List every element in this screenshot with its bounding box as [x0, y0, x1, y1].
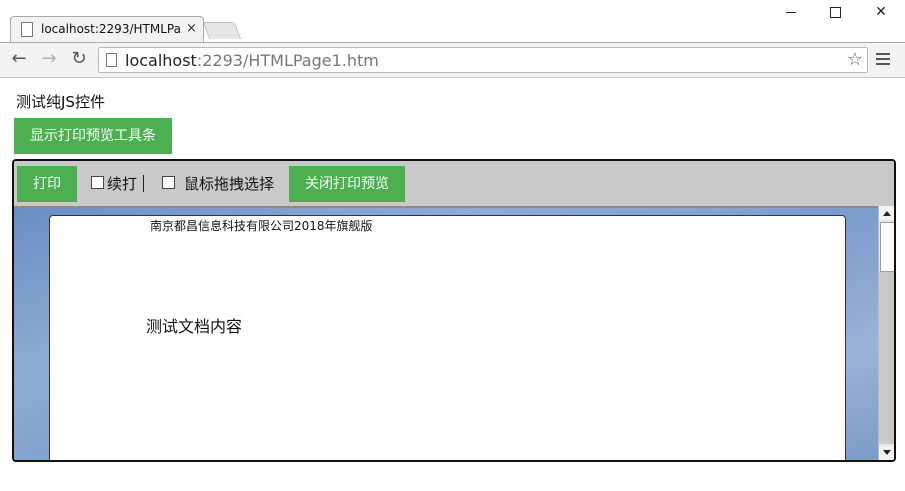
url-host: localhost	[125, 51, 197, 70]
document-icon	[106, 53, 117, 67]
menu-hamburger-icon[interactable]	[876, 51, 892, 67]
minimize-icon	[786, 11, 796, 13]
drag-select-checkbox[interactable]	[162, 176, 175, 189]
scrollbar-thumb[interactable]	[880, 222, 894, 272]
tab-title: localhost:2293/HTMLPa	[41, 22, 181, 36]
new-tab-button[interactable]	[202, 22, 242, 39]
vertical-scrollbar[interactable]	[878, 206, 894, 460]
scroll-down-arrow-icon	[883, 450, 891, 455]
back-arrow-icon[interactable]: ←	[8, 49, 30, 69]
print-preview-control: 打印 续打 鼠标拖拽选择 关闭打印预览 南京都昌信息科技有限公司2018年旗舰版…	[12, 159, 896, 462]
navigation-bar: ← → ↻ localhost:2293/HTMLPage1.htm ☆	[0, 42, 905, 78]
scroll-up-button[interactable]	[879, 206, 894, 220]
bookmark-star-icon[interactable]: ☆	[847, 49, 863, 70]
page-icon	[21, 22, 33, 37]
maximize-icon	[829, 6, 841, 18]
document-page[interactable]: 南京都昌信息科技有限公司2018年旗舰版 测试文档内容	[49, 215, 846, 460]
scrollbar-track[interactable]	[879, 272, 894, 444]
reload-icon[interactable]: ↻	[68, 49, 90, 69]
print-button[interactable]: 打印	[17, 166, 77, 202]
minimize-button[interactable]	[778, 2, 804, 22]
scroll-down-button[interactable]	[879, 446, 894, 460]
print-preview-toolbar: 打印 续打 鼠标拖拽选择 关闭打印预览	[14, 161, 894, 208]
continue-print-checkbox[interactable]	[91, 176, 104, 189]
address-bar[interactable]: localhost:2293/HTMLPage1.htm ☆	[98, 47, 868, 73]
text-cursor	[143, 175, 144, 192]
continue-print-label: 续打	[107, 175, 138, 193]
document-body-text: 测试文档内容	[146, 317, 243, 336]
close-window-button[interactable]: ✕	[868, 2, 894, 22]
scroll-up-arrow-icon	[883, 211, 891, 216]
browser-titlebar: localhost:2293/HTMLPa × ✕	[0, 0, 905, 43]
drag-select-label: 鼠标拖拽选择	[184, 175, 275, 193]
page-heading: 测试纯JS控件	[16, 93, 105, 111]
browser-tab[interactable]: localhost:2293/HTMLPa ×	[10, 16, 204, 43]
tab-close-icon[interactable]: ×	[186, 21, 197, 37]
url-path: :2293/HTMLPage1.htm	[196, 51, 379, 70]
document-header-text: 南京都昌信息科技有限公司2018年旗舰版	[150, 219, 373, 233]
forward-arrow-icon[interactable]: →	[38, 49, 60, 69]
show-print-preview-toolbar-button[interactable]: 显示打印预览工具条	[14, 118, 172, 154]
preview-area[interactable]: 南京都昌信息科技有限公司2018年旗舰版 测试文档内容	[14, 208, 878, 460]
url-text[interactable]: localhost:2293/HTMLPage1.htm	[125, 51, 379, 70]
close-print-preview-button[interactable]: 关闭打印预览	[289, 166, 405, 202]
maximize-button[interactable]	[822, 2, 848, 22]
